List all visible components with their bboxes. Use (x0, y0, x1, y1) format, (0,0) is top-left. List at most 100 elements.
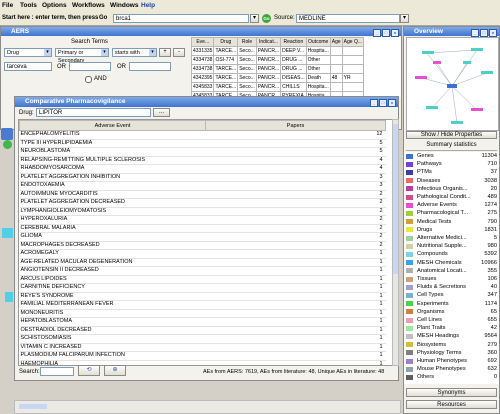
list-item[interactable]: ENCEPHALOMYELITIS 12 (19, 130, 386, 140)
stat-row[interactable]: Tissues 106 (404, 275, 499, 283)
list-item[interactable]: PLASMODIUM FALCIPARUM INFECTION 1 (19, 351, 386, 361)
search-input[interactable]: brca1 (113, 14, 249, 23)
list-item[interactable]: AUTOIMMUNE MYOCARDITIS 2 (19, 190, 386, 199)
list-item[interactable]: ACROMEGALY 1 (19, 249, 386, 259)
stat-row[interactable]: Diseases 3038 (404, 177, 499, 185)
workflow-icon[interactable] (1, 128, 13, 140)
list-item[interactable]: ENDOTOXAEMIA 3 (19, 181, 386, 191)
list-item[interactable]: VITAMIN C INCREASED 1 (19, 343, 386, 352)
minimize-icon[interactable]: _ (471, 29, 479, 37)
list-item[interactable]: AGE-RELATED MACULAR DEGENERATION 1 (19, 258, 386, 267)
list-item[interactable]: PLATELET AGGREGATION INHIBITION 3 (19, 173, 386, 182)
network-graph[interactable] (406, 37, 499, 131)
list-item[interactable]: SCHISTOSOMIASIS 1 (19, 334, 386, 344)
go-button[interactable]: Go (262, 14, 271, 23)
add-term-button[interactable]: + (159, 48, 171, 57)
dropdown-arrow-icon[interactable]: ▾ (250, 14, 259, 23)
list-item[interactable]: HAEMOPHILIA 1 (19, 360, 386, 365)
table-row[interactable]: 4334738 TARCE... Seco... PANCR... DRUG ... Ot… (191, 64, 365, 74)
stat-row[interactable]: Experiments 1174 (404, 300, 499, 308)
source-select[interactable]: MEDLINE (296, 14, 400, 23)
list-item[interactable]: NEUROBLASTOMA 5 (19, 147, 386, 157)
search-refresh-button[interactable]: ⟲ (78, 365, 100, 376)
horizontal-scrollbar[interactable] (14, 400, 401, 414)
list-item[interactable]: ANGIOTENSIN II DECREASED 1 (19, 266, 386, 276)
table-row[interactable]: 4331335 TARCE... Seco... PANCR... DEEP V... H… (191, 46, 365, 56)
table-row[interactable]: 4342395 TARCE... Seco... PANCR... DISEAS... D… (191, 73, 365, 83)
and-radio[interactable] (85, 76, 92, 83)
maximize-icon[interactable]: □ (382, 29, 390, 37)
stat-row[interactable]: Cell Lines 655 (404, 316, 499, 324)
list-item[interactable]: RELAPSING-REMITTING MULTIPLE SCLEROSIS 4 (19, 156, 386, 165)
col-papers[interactable]: Papers (205, 120, 386, 131)
list-item[interactable]: MACROPHAGES DECREASED 2 (19, 241, 386, 250)
stat-row[interactable]: Infectious Organis... 20 (404, 185, 499, 193)
stat-row[interactable]: Adverse Events 1274 (404, 201, 499, 209)
menu-tools[interactable]: Tools (20, 2, 37, 9)
stat-row[interactable]: Pathological Condit... 489 (404, 193, 499, 201)
term-input-2[interactable] (69, 62, 111, 71)
stat-row[interactable]: Alternative Medici... 5 (404, 234, 499, 242)
status-green-icon[interactable] (3, 140, 12, 149)
aers-col-header[interactable]: Age Q... (341, 37, 365, 47)
stat-row[interactable]: Medical Tests 790 (404, 218, 499, 226)
show-hide-properties-button[interactable]: Show / Hide Properties (406, 131, 497, 139)
list-item[interactable]: RHABDOMYOSARCOMA 4 (19, 164, 386, 174)
cp-search-input[interactable] (40, 367, 74, 376)
list-item[interactable]: CEREBRAL MALARIA 2 (19, 224, 386, 233)
aers-col-header[interactable]: Reaction (280, 37, 307, 47)
stat-row[interactable]: Pathways 710 (404, 160, 499, 168)
stat-row[interactable]: Human Phenotypes 692 (404, 357, 499, 365)
list-item[interactable]: LYMPHANGIOLEIOMYOMATOSIS 2 (19, 207, 386, 216)
list-item[interactable]: REYE'S SYNDROME 1 (19, 292, 386, 301)
list-item[interactable]: HEPATOBLASTOMA 1 (19, 317, 386, 327)
stat-row[interactable]: Mouse Phenotypes 632 (404, 365, 499, 373)
list-item[interactable]: ARCUS LIPOIDES 1 (19, 275, 386, 284)
term-input-3[interactable] (129, 62, 171, 71)
menu-options[interactable]: Options (42, 2, 67, 9)
source-dropdown-icon[interactable]: ▾ (400, 14, 409, 23)
field-select[interactable]: Drug ▾ (4, 48, 52, 57)
list-item[interactable]: TYPE III HYPERLIPIDAEMIA 5 (19, 139, 386, 148)
stat-row[interactable]: Nutritional Supple... 980 (404, 242, 499, 250)
menu-file[interactable]: File (2, 2, 13, 9)
stat-row[interactable]: Pharmacological T... 275 (404, 209, 499, 217)
remove-term-button[interactable]: - (173, 48, 185, 57)
menu-windows[interactable]: Windows (110, 2, 138, 9)
scrollbar-thumb-h[interactable] (19, 404, 47, 409)
aers-col-header[interactable]: Eve... (191, 37, 215, 47)
col-adverse-event[interactable]: Adverse Event (19, 120, 206, 131)
resources-button[interactable]: Resources (406, 400, 497, 409)
match-select[interactable]: starts with ▾ (112, 48, 157, 57)
stat-row[interactable]: Fluids & Secretions 40 (404, 283, 499, 291)
role-select[interactable]: Primary or Secondary ▾ (55, 48, 109, 64)
aers-col-header[interactable]: Outcome (305, 37, 331, 47)
stat-row[interactable]: Biosystems 279 (404, 341, 499, 349)
list-item[interactable]: MONONEURITIS 1 (19, 309, 386, 318)
stat-row[interactable]: Cell Types 347 (404, 291, 499, 299)
stat-row[interactable]: MESH Headings 9564 (404, 332, 499, 340)
table-row[interactable]: 4334738 OSI-774 Seco... PANCR... DRUG ... Oth… (191, 55, 365, 65)
stat-row[interactable]: PTMs 37 (404, 168, 499, 176)
aers-col-header[interactable]: Drug (213, 37, 239, 47)
list-item[interactable]: GLIOMA 2 (19, 232, 386, 242)
minimize-icon[interactable]: _ (373, 29, 381, 37)
stat-row[interactable]: Drugs 1831 (404, 226, 499, 234)
close-icon[interactable]: x (388, 99, 396, 107)
aers-col-header[interactable]: Role (237, 37, 257, 47)
close-icon[interactable]: x (489, 29, 497, 37)
drug-browse-button[interactable]: ... (153, 108, 170, 117)
stat-row[interactable]: MESH Chemicals 10966 (404, 259, 499, 267)
search-binoculars-button[interactable]: ⊕ (104, 365, 126, 376)
menu-workflows[interactable]: Workflows (72, 2, 105, 9)
maximize-icon[interactable]: □ (480, 29, 488, 37)
stat-row[interactable]: Anatomical Locati... 355 (404, 267, 499, 275)
stat-row[interactable]: Plant Traits 42 (404, 324, 499, 332)
scrollbar-thumb[interactable] (393, 124, 398, 274)
list-item[interactable]: FAMILIAL MEDITERRANEAN FEVER 1 (19, 300, 386, 310)
drug-input[interactable]: LIPITOR (36, 108, 151, 117)
list-item[interactable]: PLATELET AGGREGATION DECREASED 2 (19, 198, 386, 208)
menu-help[interactable]: Help (141, 2, 155, 9)
list-item[interactable]: OESTRADIOL DECREASED 1 (19, 326, 386, 335)
close-icon[interactable]: x (391, 29, 399, 37)
